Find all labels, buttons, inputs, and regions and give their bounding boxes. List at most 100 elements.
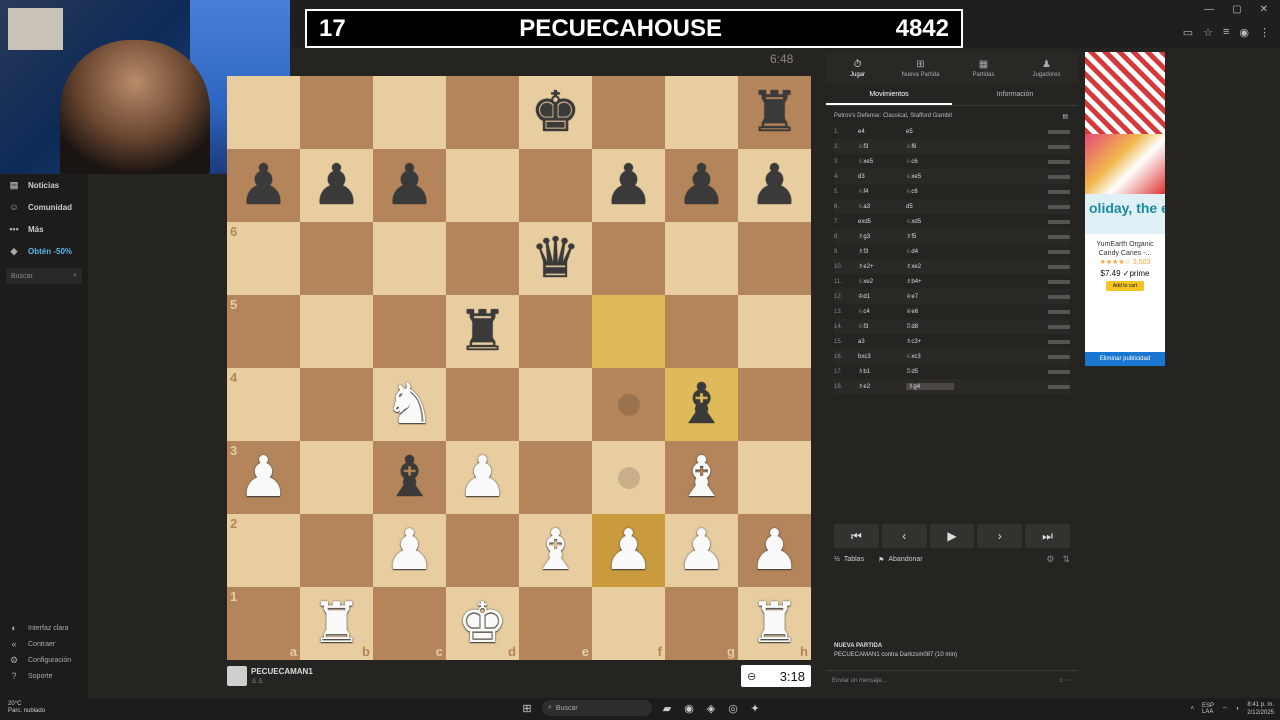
black-move[interactable]: d5: [906, 204, 954, 210]
black-move[interactable]: ♘d4: [906, 248, 954, 255]
black-move[interactable]: ♕e6: [906, 308, 954, 315]
remove-ads-button[interactable]: Eliminar publicidad: [1085, 352, 1165, 366]
white-move[interactable]: e4: [858, 129, 906, 135]
minimize-icon[interactable]: —: [1204, 4, 1214, 15]
white-pawn-piece[interactable]: ♟: [676, 522, 726, 579]
white-move[interactable]: ♘c4: [858, 308, 906, 315]
ad-banner[interactable]: oliday, the ergy-friend YumEarth Organic…: [1085, 52, 1165, 366]
move-hint-dot[interactable]: [617, 393, 640, 416]
white-pawn-piece[interactable]: ♟: [238, 449, 288, 506]
square-a6[interactable]: 6: [227, 222, 300, 295]
emoji-icon[interactable]: ☺ ⋯: [1058, 677, 1072, 684]
square-d5[interactable]: ♜: [446, 295, 519, 368]
white-move[interactable]: ♗g3: [858, 233, 906, 240]
black-pawn-piece[interactable]: ♟: [603, 157, 653, 214]
square-e8[interactable]: ♚: [519, 76, 592, 149]
tab-play[interactable]: ⏱ Jugar: [826, 52, 889, 84]
square-g1[interactable]: g: [665, 587, 738, 660]
sidebar-item-settings[interactable]: ⚙ Configuración: [0, 652, 88, 668]
square-c5[interactable]: [373, 295, 446, 368]
white-move[interactable]: ♗f3: [858, 248, 906, 255]
black-move[interactable]: ♗xe2: [906, 263, 954, 270]
square-f2[interactable]: ♟: [592, 514, 665, 587]
white-bishop-piece[interactable]: ♝: [676, 449, 726, 506]
square-f4[interactable]: [592, 368, 665, 441]
extensions-icon[interactable]: ≡: [1223, 26, 1229, 39]
square-e6[interactable]: ♛: [519, 222, 592, 295]
sidebar-item-community[interactable]: ☺ Comunidad: [0, 196, 88, 218]
square-a7[interactable]: ♟: [227, 149, 300, 222]
taskbar-search[interactable]: ⌕ Buscar: [542, 700, 652, 716]
square-h2[interactable]: ♟: [738, 514, 811, 587]
player-name[interactable]: PECUECAMAN1: [251, 667, 313, 676]
square-f8[interactable]: [592, 76, 665, 149]
square-b7[interactable]: ♟: [300, 149, 373, 222]
cast-icon[interactable]: ▭: [1183, 26, 1193, 39]
black-move[interactable]: ♖d5: [906, 368, 954, 375]
black-move[interactable]: ♘xd5: [906, 218, 954, 225]
black-rook-piece[interactable]: ♜: [457, 303, 507, 360]
white-move[interactable]: ♘a3: [858, 203, 906, 210]
square-e2[interactable]: ♝: [519, 514, 592, 587]
chessboard[interactable]: ♚ ♜ ♟ ♟ ♟ ♟ ♟ ♟ 6 ♛ 5 ♜ 4 ♞ ♝ ♟ 3 ♝ ♟ ♝ 2 ♟ ♝ ♟ ♟ ♟ 1 a ♜ b c ♚ d e f g ♜ h: [227, 76, 811, 660]
square-e5[interactable]: [519, 295, 592, 368]
square-a2[interactable]: 2: [227, 514, 300, 587]
square-e4[interactable]: [519, 368, 592, 441]
black-bishop-piece[interactable]: ♝: [384, 449, 434, 506]
square-g6[interactable]: [665, 222, 738, 295]
weather-widget[interactable]: 20°C Parc. nublado: [8, 701, 45, 715]
square-d4[interactable]: [446, 368, 519, 441]
black-pawn-piece[interactable]: ♟: [749, 157, 799, 214]
square-f5[interactable]: [592, 295, 665, 368]
volume-icon[interactable]: ◖: [1236, 706, 1240, 712]
draw-button[interactable]: ½ Tablas: [834, 556, 864, 563]
square-g4[interactable]: ♝: [665, 368, 738, 441]
black-pawn-piece[interactable]: ♟: [311, 157, 361, 214]
square-g5[interactable]: [665, 295, 738, 368]
square-a1[interactable]: 1a: [227, 587, 300, 660]
black-queen-piece[interactable]: ♛: [530, 230, 580, 287]
black-move[interactable]: ♘c6: [906, 188, 954, 195]
white-king-piece[interactable]: ♚: [457, 595, 507, 652]
square-c7[interactable]: ♟: [373, 149, 446, 222]
square-c1[interactable]: c: [373, 587, 446, 660]
wifi-icon[interactable]: ⌔: [1222, 705, 1228, 713]
sidebar-item-theme[interactable]: ◐ Interfaz clara: [0, 620, 88, 636]
black-move[interactable]: ♕e7: [906, 293, 954, 300]
square-d8[interactable]: [446, 76, 519, 149]
maximize-icon[interactable]: ▢: [1232, 4, 1241, 15]
square-b8[interactable]: [300, 76, 373, 149]
avatar[interactable]: [227, 666, 247, 686]
white-move[interactable]: bxc3: [858, 354, 906, 360]
sidebar-search-input[interactable]: Buscar ⌕: [6, 268, 82, 284]
white-pawn-piece[interactable]: ♟: [457, 449, 507, 506]
square-e3[interactable]: [519, 441, 592, 514]
app-icon[interactable]: ◈: [704, 701, 718, 715]
black-pawn-piece[interactable]: ♟: [384, 157, 434, 214]
square-c6[interactable]: [373, 222, 446, 295]
square-h5[interactable]: [738, 295, 811, 368]
black-move[interactable]: ♗f5: [906, 233, 954, 240]
square-c2[interactable]: ♟: [373, 514, 446, 587]
black-pawn-piece[interactable]: ♟: [676, 157, 726, 214]
add-to-cart-button[interactable]: Add to cart: [1106, 281, 1144, 291]
white-move[interactable]: ♘xe5: [858, 158, 906, 165]
square-b2[interactable]: [300, 514, 373, 587]
square-h1[interactable]: ♜ h: [738, 587, 811, 660]
resign-button[interactable]: ⚑ Abandonar: [878, 556, 923, 564]
profile-icon[interactable]: ◉: [1239, 26, 1249, 39]
black-move[interactable]: e5: [906, 129, 954, 135]
tab-info[interactable]: Información: [952, 84, 1078, 105]
square-e1[interactable]: e: [519, 587, 592, 660]
square-c8[interactable]: [373, 76, 446, 149]
square-f7[interactable]: ♟: [592, 149, 665, 222]
black-move[interactable]: ♗c3+: [906, 338, 954, 345]
square-b3[interactable]: [300, 441, 373, 514]
square-g3[interactable]: ♝: [665, 441, 738, 514]
square-f3[interactable]: [592, 441, 665, 514]
white-move[interactable]: ♘f3: [858, 323, 906, 330]
sidebar-item-collapse[interactable]: « Contraer: [0, 636, 88, 652]
white-bishop-piece[interactable]: ♝: [530, 522, 580, 579]
black-rook-piece[interactable]: ♜: [749, 84, 799, 141]
black-move[interactable]: ♘c6: [906, 158, 954, 165]
